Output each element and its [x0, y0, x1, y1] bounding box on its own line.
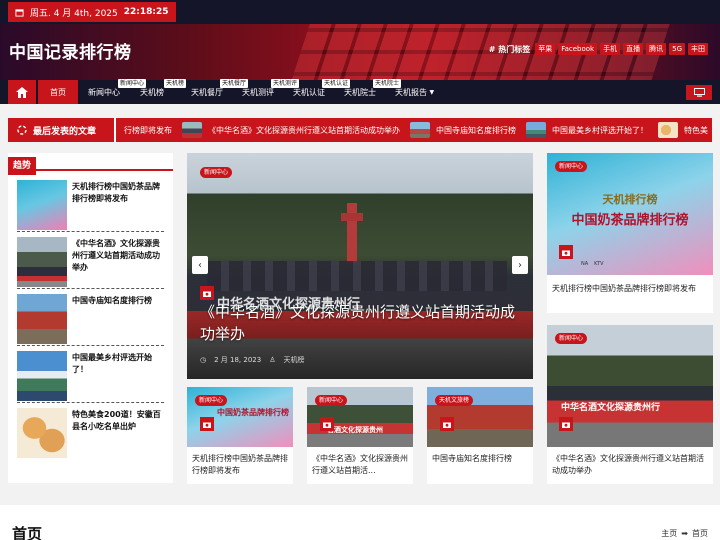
sponsor-logos: NA KTV	[581, 261, 604, 267]
category-badge[interactable]: 新闻中心	[195, 395, 228, 406]
clock-icon: ◷	[200, 356, 207, 364]
nav-badge: 天机院士	[373, 79, 402, 88]
tag-link[interactable]: 丰田	[688, 43, 708, 55]
nav-badge: 天机餐厅	[220, 79, 249, 88]
category-badge[interactable]: 天机文旅榜	[435, 395, 474, 406]
trend-thumbnail	[17, 237, 67, 287]
page-title: 首页	[12, 525, 43, 540]
chevron-right-icon: ›	[518, 259, 522, 271]
tag-link[interactable]: 5G	[669, 43, 685, 55]
latest-posts-ticker: 最后发表的文章 行榜即将发布 《中华名酒》文化探源贵州行遵义站首期活动成功举办 …	[8, 118, 712, 142]
camera-icon	[200, 417, 214, 431]
post-title[interactable]: 天机排行榜中国奶茶品牌排行榜即将发布	[552, 283, 708, 295]
ticker-thumbnail	[410, 122, 430, 138]
side-post-card[interactable]: 中华名酒文化探源贵州行 新闻中心 《中华名酒》文化探源贵州行遵义站首期活动成功举…	[547, 325, 713, 484]
breadcrumb-link[interactable]: 主页	[661, 528, 677, 539]
category-badge[interactable]: 新闻中心	[200, 167, 233, 178]
crowd-graphic	[207, 261, 507, 291]
hot-tags-label: # 热门标签	[488, 44, 531, 54]
trend-thumbnail	[17, 294, 67, 344]
chevron-down-icon: ▼	[429, 88, 435, 96]
site-title[interactable]: 中国记录排行榜	[9, 38, 132, 63]
calendar-icon	[15, 8, 24, 17]
date-text: 周五. 4 月 4th, 2025	[30, 8, 118, 19]
screen-toggle-button[interactable]	[686, 85, 712, 100]
nav-badge: 天机测评	[271, 79, 300, 88]
trend-item[interactable]: 中国最美乡村评选开始了！	[17, 349, 164, 403]
tag-link[interactable]: 苹果	[535, 43, 556, 55]
ticker-heading: 最后发表的文章	[8, 118, 116, 142]
ticker-thumbnail	[526, 122, 546, 138]
trend-item[interactable]: 天机排行榜中国奶茶品牌排行榜即将发布	[17, 178, 164, 232]
page-header: 首页 主页 ➡ 首页	[0, 505, 720, 540]
post-image-text: 中国奶茶品牌排行榜	[571, 213, 689, 228]
nav-badge: 天机榜	[164, 79, 187, 88]
trend-item[interactable]: 特色美食200道！安徽百县名小吃名单出炉	[17, 406, 164, 460]
tag-link[interactable]: 直播	[623, 43, 644, 55]
ticker-item[interactable]: 中国最美乡村评选开始了！	[526, 122, 648, 138]
hot-tags: # 热门标签 苹果 Facebook 手机 直播 腾讯 5G 丰田	[489, 43, 708, 55]
trend-item[interactable]: 《中华名酒》文化探源贵州行遵义站首期活动成功举办	[17, 235, 164, 289]
side-post-card[interactable]: 天机排行榜 中国奶茶品牌排行榜 NA KTV 新闻中心 天机排行榜中国奶茶品牌排行…	[547, 153, 713, 313]
user-icon: ♙	[269, 356, 276, 364]
date-display: 周五. 4 月 4th, 2025 22:18:25	[8, 2, 176, 22]
post-card[interactable]: 名酒文化探源贵州 新闻中心 《中华名酒》文化探源贵州行遵义站首期活...	[307, 387, 413, 484]
featured-meta: ◷ 2 月 18, 2023 ♙ 天机榜	[200, 356, 305, 364]
slider-prev-button[interactable]: ‹	[192, 256, 208, 274]
trend-thumbnail	[17, 408, 67, 458]
category-badge[interactable]: 新闻中心	[555, 161, 588, 172]
post-title[interactable]: 天机排行榜中国奶茶品牌排行榜即将发布	[192, 453, 288, 477]
main-nav: 首页 新闻中心 天机榜 天机餐厅 天机测评 天机认证 天机院士 天机报告 ▼ 新…	[0, 79, 720, 104]
camera-icon	[320, 417, 334, 431]
slider-next-button[interactable]: ›	[512, 256, 528, 274]
featured-slider[interactable]: 新闻中心 中华名酒文化探源贵州行 《中华名酒》文化探源贵州行遵义站首期活动成功举…	[187, 153, 533, 379]
home-icon[interactable]	[8, 80, 36, 104]
post-title[interactable]: 《中华名酒》文化探源贵州行遵义站首期活动成功举办	[552, 453, 708, 477]
nav-item-home[interactable]: 首页	[38, 80, 78, 104]
monument-graphic	[341, 203, 363, 263]
nav-badge: 新闻中心	[118, 79, 147, 88]
arrow-right-icon: ➡	[681, 529, 688, 538]
ticker-thumbnail	[182, 122, 202, 138]
post-image-text: 中华名酒文化探源贵州行	[561, 403, 661, 413]
post-card[interactable]: 中国奶茶品牌排行榜 新闻中心 天机排行榜中国奶茶品牌排行榜即将发布	[187, 387, 293, 484]
ticker-thumbnail	[658, 122, 678, 138]
trending-heading: 趋势	[8, 153, 173, 175]
category-badge[interactable]: 新闻中心	[555, 333, 588, 344]
ticker-item[interactable]: 行榜即将发布	[124, 125, 172, 136]
nav-badge: 天机认证	[322, 79, 351, 88]
camera-icon	[559, 245, 573, 259]
monitor-icon	[693, 88, 705, 97]
camera-icon	[440, 417, 454, 431]
tag-link[interactable]: 腾讯	[646, 43, 667, 55]
trend-item[interactable]: 中国寺庙知名度排行榜	[17, 292, 164, 346]
category-badge[interactable]: 新闻中心	[315, 395, 348, 406]
post-title[interactable]: 《中华名酒》文化探源贵州行遵义站首期活...	[312, 453, 408, 477]
tag-link[interactable]: 手机	[600, 43, 621, 55]
top-bar: 周五. 4 月 4th, 2025 22:18:25	[0, 0, 720, 24]
time-text: 22:18:25	[123, 7, 169, 17]
post-image-brand: 天机排行榜	[602, 193, 658, 206]
post-image-text: 中国奶茶品牌排行榜	[217, 408, 289, 417]
camera-icon	[200, 286, 214, 300]
post-card[interactable]: 天机文旅榜 中国寺庙知名度排行榜	[427, 387, 533, 484]
ticker-track: 行榜即将发布 《中华名酒》文化探源贵州行遵义站首期活动成功举办 中国寺庙知名度排…	[124, 118, 708, 142]
trend-thumbnail	[17, 180, 67, 230]
trend-thumbnail	[17, 351, 67, 401]
trending-panel: 趋势 天机排行榜中国奶茶品牌排行榜即将发布 《中华名酒》文化探源贵州行遵义站首期…	[8, 153, 173, 483]
ticker-item[interactable]: 中国寺庙知名度排行榜	[410, 122, 516, 138]
breadcrumb-current: 首页	[692, 529, 708, 538]
chevron-left-icon: ‹	[198, 259, 202, 271]
post-image-text: 名酒文化探源贵州	[327, 426, 383, 434]
breadcrumb: 主页 ➡ 首页	[661, 528, 708, 539]
post-title[interactable]: 中国寺庙知名度排行榜	[432, 453, 528, 465]
ticker-item[interactable]: 特色美	[658, 122, 708, 138]
ticker-item[interactable]: 《中华名酒》文化探源贵州行遵义站首期活动成功举办	[182, 122, 400, 138]
featured-title[interactable]: 《中华名酒》文化探源贵州行遵义站首期活动成功举办	[200, 301, 520, 345]
tag-link[interactable]: Facebook	[558, 43, 598, 55]
camera-icon	[559, 417, 573, 431]
site-header: 中国记录排行榜 # 热门标签 苹果 Facebook 手机 直播 腾讯 5G 丰…	[0, 24, 720, 80]
spinner-icon	[17, 125, 27, 135]
